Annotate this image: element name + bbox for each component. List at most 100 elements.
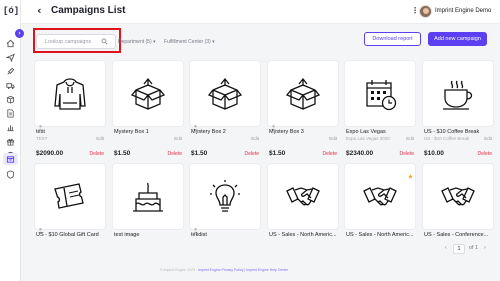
cake-icon <box>133 182 163 212</box>
add-campaign-button[interactable]: Add new campaign <box>428 32 487 46</box>
avatar[interactable] <box>419 5 432 18</box>
campaign-price: $10.00 <box>424 150 444 157</box>
campaign-card[interactable]: US - Sales - North Americ... <box>267 163 339 243</box>
box-icon[interactable] <box>5 94 16 104</box>
campaign-card[interactable]: test TEST Edit $2090.00 Delete <box>34 60 106 158</box>
campaign-price: $1.50 <box>269 150 286 157</box>
delete-link[interactable]: Delete <box>400 151 414 157</box>
send-icon[interactable] <box>5 52 16 62</box>
coffee-cup-icon <box>443 80 473 110</box>
delete-link[interactable]: Delete <box>90 151 104 157</box>
edit-link[interactable]: Edit <box>174 136 182 141</box>
star-icon <box>408 166 413 179</box>
campaign-name[interactable]: US - Sales - Conference... <box>424 232 494 238</box>
edit-link[interactable]: Edit <box>406 136 414 141</box>
campaign-thumbnail[interactable] <box>344 60 416 127</box>
open-box-icon <box>285 77 321 110</box>
campaign-thumbnail[interactable] <box>344 163 416 230</box>
campaign-name[interactable]: US - Sales - North Americ... <box>346 232 416 238</box>
campaign-thumbnail[interactable] <box>422 163 494 230</box>
sidebar-collapse-button[interactable]: › <box>15 29 24 38</box>
campaign-thumbnail[interactable] <box>267 163 339 230</box>
app-logo[interactable]: [ó] <box>3 5 19 17</box>
campaign-card[interactable]: Mystery Box 2 Edit $1.50 Delete <box>189 60 261 158</box>
delete-link[interactable]: Delete <box>245 151 259 157</box>
campaign-thumbnail[interactable] <box>267 60 339 127</box>
back-arrow-icon[interactable]: ‹ <box>37 5 42 17</box>
campaign-price: $1.50 <box>114 150 131 157</box>
owner-icon <box>192 118 199 131</box>
campaign-price: $2340.00 <box>346 150 374 157</box>
campaigns-icon[interactable] <box>3 153 18 165</box>
document-icon[interactable] <box>5 108 16 118</box>
campaign-card[interactable]: US - $10 Coffee Break US - $10 Coffee Bre… <box>422 60 494 158</box>
page-total: of 1 <box>469 245 479 251</box>
campaign-card[interactable]: Expo Las Vegas Expo Las Vegas 2020 Edit $23… <box>344 60 416 158</box>
campaign-card[interactable]: tekdist <box>189 163 261 243</box>
handshake-icon <box>363 186 397 205</box>
footer-links[interactable]: Imprint Engine Privacy Policy | Imprint … <box>198 268 288 272</box>
campaign-subtitle: US - $10 Coffee Break <box>424 136 470 141</box>
campaign-name[interactable]: tekdist <box>191 232 261 238</box>
download-report-button[interactable]: Download report <box>364 32 421 46</box>
rocket-icon[interactable] <box>5 66 16 76</box>
truck-icon[interactable] <box>5 80 16 90</box>
calendar-icon <box>366 79 397 110</box>
more-menu-icon[interactable]: ⋮ <box>411 6 419 15</box>
campaign-name[interactable]: Mystery Box 2 <box>191 129 261 135</box>
campaign-name[interactable]: US - $10 Global Gift Card <box>36 232 106 238</box>
campaign-thumbnail[interactable] <box>112 60 184 127</box>
page-title: Campaigns List <box>51 5 126 16</box>
prev-page-button[interactable]: ‹ <box>445 245 447 251</box>
campaign-name[interactable]: US - Sales - North Americ... <box>269 232 339 238</box>
fulfillment-filter-label: Fulfillment Center (3) <box>164 39 211 45</box>
footer: © Imprint Engine 2023 · Imprint Engine P… <box>160 268 288 272</box>
campaign-name[interactable]: US - $10 Coffee Break <box>424 129 494 135</box>
top-header: ‹ Campaigns List ⋮ Imprint Engine Demo <box>21 0 500 24</box>
app-window: [ó] › ‹ Campaigns List ⋮ Imprint Engine … <box>0 0 500 281</box>
next-page-button[interactable]: › <box>484 245 486 251</box>
campaign-card[interactable]: Mystery Box 3 Edit $1.50 Delete <box>267 60 339 158</box>
user-name[interactable]: Imprint Engine Demo <box>435 8 491 14</box>
shield-icon[interactable] <box>5 169 16 179</box>
department-filter[interactable]: Department (5) ▾ <box>118 39 156 45</box>
campaign-name[interactable]: Mystery Box 1 <box>114 129 184 135</box>
handshake-icon <box>441 186 475 205</box>
campaign-card[interactable]: Mystery Box 1 Edit $1.50 Delete <box>112 60 184 158</box>
campaign-price: $1.50 <box>191 150 208 157</box>
campaign-thumbnail[interactable] <box>34 60 106 127</box>
sidebar: [ó] › <box>0 0 24 281</box>
campaign-card[interactable]: test image <box>112 163 184 243</box>
owner-icon <box>37 118 44 131</box>
campaign-thumbnail[interactable] <box>422 60 494 127</box>
highlight-box <box>33 28 121 53</box>
campaign-card[interactable]: US - $10 Global Gift Card <box>34 163 106 243</box>
campaign-thumbnail[interactable] <box>189 163 261 230</box>
owner-icon <box>270 118 277 131</box>
campaign-card[interactable]: US - Sales - Conference... <box>422 163 494 243</box>
edit-link[interactable]: Edit <box>251 136 259 141</box>
delete-link[interactable]: Delete <box>168 151 182 157</box>
campaign-name[interactable]: Expo Las Vegas <box>346 129 416 135</box>
campaign-thumbnail[interactable] <box>112 163 184 230</box>
home-icon[interactable] <box>5 38 16 48</box>
campaign-thumbnail[interactable] <box>34 163 106 230</box>
hoodie-icon <box>54 77 86 110</box>
campaign-thumbnail[interactable] <box>189 60 261 127</box>
campaign-name[interactable]: test image <box>114 232 184 238</box>
edit-link[interactable]: Edit <box>329 136 337 141</box>
delete-link[interactable]: Delete <box>478 151 492 157</box>
fulfillment-filter[interactable]: Fulfillment Center (3) ▾ <box>164 39 215 45</box>
owner-icon <box>37 221 44 234</box>
delete-link[interactable]: Delete <box>323 151 337 157</box>
edit-link[interactable]: Edit <box>96 136 104 141</box>
campaign-card[interactable]: US - Sales - North Americ... <box>344 163 416 243</box>
page-number-input[interactable]: 1 <box>453 244 465 254</box>
campaign-subtitle: Expo Las Vegas 2020 <box>346 136 390 141</box>
ticket-icon <box>54 182 84 209</box>
campaign-name[interactable]: Mystery Box 3 <box>269 129 339 135</box>
edit-link[interactable]: Edit <box>484 136 492 141</box>
campaign-name[interactable]: test <box>36 129 106 135</box>
gift-icon[interactable] <box>5 136 16 146</box>
chart-icon[interactable] <box>5 122 16 132</box>
